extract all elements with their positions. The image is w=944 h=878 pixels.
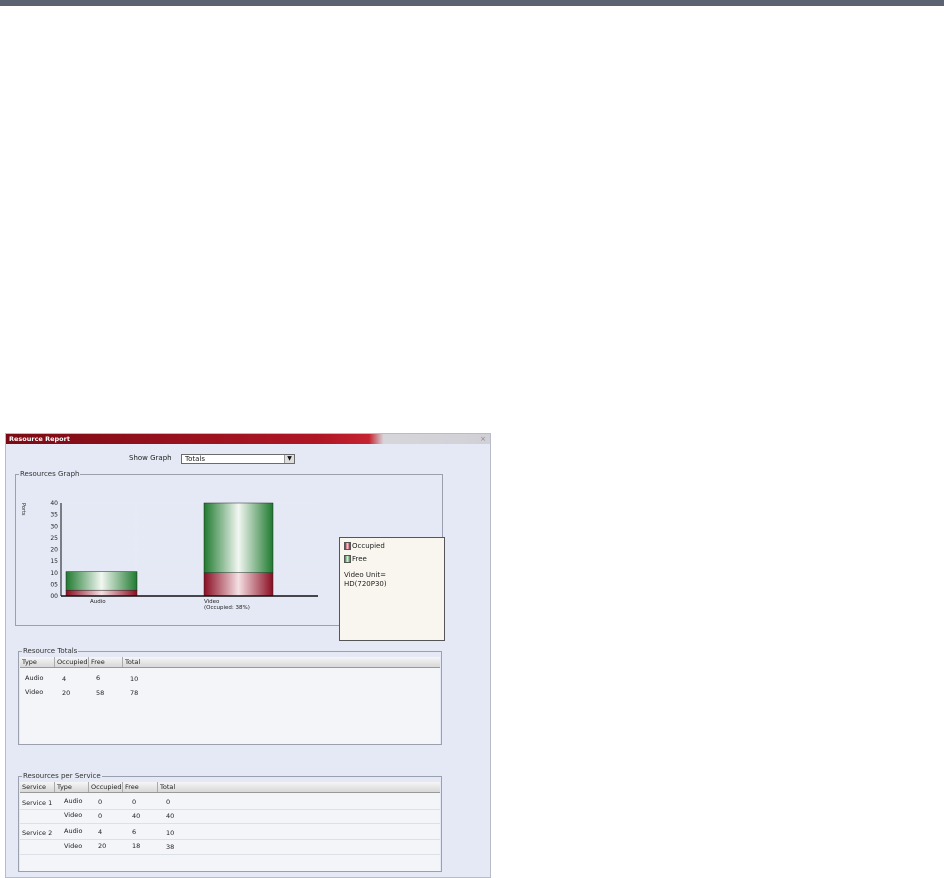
row-divider xyxy=(20,839,440,840)
table-cell: 38 xyxy=(166,843,175,851)
table-cell: Video xyxy=(64,811,83,819)
table-cell: Service 2 xyxy=(22,829,53,837)
table-cell: Service 1 xyxy=(22,799,53,807)
close-icon[interactable]: × xyxy=(480,434,486,444)
table-cell: 0 xyxy=(98,798,103,806)
row-divider xyxy=(20,854,440,855)
table-cell: 0 xyxy=(166,798,171,806)
resources-graph-title: Resources Graph xyxy=(19,470,81,479)
x-tick-label: (Occupied: 38%) xyxy=(204,605,250,611)
chart-legend: Occupied Free Video Unit= HD(720P30) xyxy=(339,537,445,641)
bar-free-video xyxy=(203,502,274,573)
show-graph-label: Show Graph xyxy=(129,454,172,462)
resources-graph-group: Resources Graph Ports 40 35 30 25 20 15 10 05 00… xyxy=(15,470,445,641)
totals-header-row: Type Occupied Free Total xyxy=(20,657,440,668)
service-col-type[interactable]: Type xyxy=(55,782,89,792)
table-cell: 6 xyxy=(132,828,137,836)
table-cell: 20 xyxy=(98,842,107,850)
chevron-down-icon[interactable]: ▼ xyxy=(284,455,294,463)
table-cell: 78 xyxy=(130,689,139,697)
free-swatch xyxy=(344,555,351,563)
row-divider xyxy=(20,809,440,810)
table-cell: 10 xyxy=(130,675,139,683)
service-col-total[interactable]: Total xyxy=(158,782,440,792)
table-cell: 6 xyxy=(96,674,101,682)
service-col-free[interactable]: Free xyxy=(123,782,158,792)
y-tick-label: 25 xyxy=(50,535,58,542)
totals-col-free[interactable]: Free xyxy=(89,657,123,667)
window-title: Resource Report xyxy=(9,435,70,443)
y-tick-label: 15 xyxy=(50,558,58,565)
window-titlebar[interactable]: Resource Report × xyxy=(6,434,490,444)
y-tick-label: 40 xyxy=(50,500,58,507)
table-cell: 18 xyxy=(132,842,141,850)
table-cell: Video xyxy=(25,688,44,696)
bar-free-audio xyxy=(65,571,138,591)
totals-col-type[interactable]: Type xyxy=(20,657,55,667)
legend-note-line2: HD(720P30) xyxy=(344,580,387,588)
table-cell: 4 xyxy=(62,675,67,683)
table-cell: 10 xyxy=(166,829,175,837)
table-cell: 58 xyxy=(96,689,105,697)
per-service-title: Resources per Service xyxy=(22,772,102,781)
service-col-occupied[interactable]: Occupied xyxy=(89,782,123,792)
totals-col-total[interactable]: Total xyxy=(123,657,440,667)
legend-free-label: Free xyxy=(352,555,367,563)
resources-per-service-group: Resources per Service Service Type Occup… xyxy=(18,772,442,872)
y-tick-label: 20 xyxy=(50,547,58,554)
x-tick-label: Audio xyxy=(90,599,106,605)
bar-occupied-video xyxy=(203,572,274,597)
y-tick-label: 05 xyxy=(50,581,58,588)
legend-note-line1: Video Unit= xyxy=(344,571,386,579)
resource-totals-group: Resource Totals Type Occupied Free Total… xyxy=(18,647,442,745)
per-service-header-row: Service Type Occupied Free Total xyxy=(20,782,440,793)
top-border-bar xyxy=(0,0,944,6)
y-tick-label: 35 xyxy=(50,512,58,519)
show-graph-value: Totals xyxy=(185,455,205,463)
resource-totals-table: Type Occupied Free Total Audio 4 6 10 Vi… xyxy=(20,657,440,744)
table-cell: Audio xyxy=(64,797,83,805)
table-cell: 4 xyxy=(98,828,103,836)
table-cell: 40 xyxy=(166,812,175,820)
y-axis-label: Ports xyxy=(20,503,26,516)
table-cell: 40 xyxy=(132,812,141,820)
totals-col-occupied[interactable]: Occupied xyxy=(55,657,89,667)
show-graph-select[interactable]: Totals ▼ xyxy=(181,454,295,464)
legend-occupied-label: Occupied xyxy=(352,542,385,550)
resources-bar-chart: Ports 403530252015100500 Audio Video(Occu… xyxy=(20,500,318,611)
y-tick-label: 00 xyxy=(50,593,58,600)
bar-occupied-audio xyxy=(65,589,138,597)
resource-report-window: Resource Report × Show Graph Totals ▼ Re… xyxy=(5,433,491,878)
table-cell: 0 xyxy=(98,812,103,820)
row-divider xyxy=(20,823,440,824)
table-cell: Video xyxy=(64,842,83,850)
table-cell: 20 xyxy=(62,689,71,697)
y-tick-label: 30 xyxy=(50,523,58,530)
service-col-service[interactable]: Service xyxy=(20,782,55,792)
table-cell: 0 xyxy=(132,798,137,806)
table-cell: Audio xyxy=(25,674,44,682)
table-cell: Audio xyxy=(64,827,83,835)
resource-totals-title: Resource Totals xyxy=(22,647,79,656)
per-service-table: Service Type Occupied Free Total Service… xyxy=(20,782,440,871)
y-tick-label: 10 xyxy=(50,570,58,577)
occupied-swatch xyxy=(344,542,351,550)
